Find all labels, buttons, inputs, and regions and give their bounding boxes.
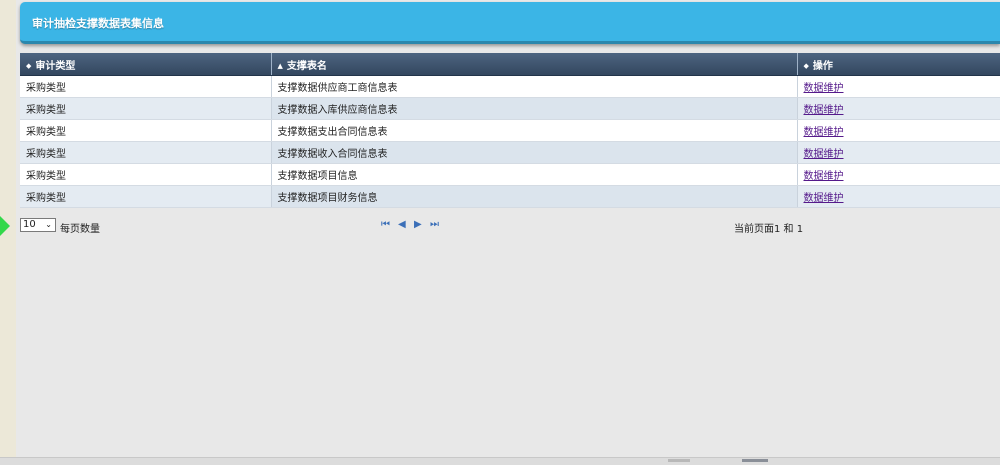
- cell-audit-type: 采购类型: [20, 185, 272, 208]
- cell-table-name: 支撑数据入库供应商信息表: [271, 97, 798, 120]
- column-header-label: 审计类型: [35, 60, 76, 72]
- table-header-row: ◆ 审计类型 ▲ 支撑表名 ◆ 操作: [20, 53, 1000, 76]
- cell-audit-type: 采购类型: [20, 97, 272, 120]
- cell-table-name: 支撑数据项目财务信息: [271, 185, 798, 208]
- chevron-down-icon: ⌄: [45, 220, 52, 229]
- table-row: 采购类型 支撑数据项目信息 数据维护: [20, 163, 1000, 186]
- scrollbar-thumb[interactable]: [668, 459, 690, 462]
- data-maintain-link[interactable]: 数据维护: [804, 83, 844, 94]
- table-row: 采购类型 支撑数据供应商工商信息表 数据维护: [20, 75, 1000, 98]
- page-size-select[interactable]: 10 ⌄: [20, 218, 56, 232]
- sort-asc-icon: ▲: [277, 61, 283, 70]
- page-size-label: 每页数量: [60, 224, 100, 235]
- frame-toggle-arrow-icon[interactable]: [0, 216, 10, 236]
- page-info: 当前页面1 和 1: [734, 224, 804, 235]
- cell-action: 数据维护: [797, 163, 1000, 186]
- sort-both-icon: ◆: [26, 61, 32, 70]
- data-maintain-link[interactable]: 数据维护: [804, 193, 844, 204]
- data-maintain-link[interactable]: 数据维护: [804, 105, 844, 116]
- data-table: ◆ 审计类型 ▲ 支撑表名 ◆ 操作 采购类型 支撑数据供应商工商信息表 数据维护 采…: [20, 53, 1000, 208]
- next-page-icon[interactable]: ▶: [414, 219, 422, 230]
- cell-audit-type: 采购类型: [20, 119, 272, 142]
- cell-table-name: 支撑数据供应商工商信息表: [271, 75, 798, 98]
- cell-audit-type: 采购类型: [20, 75, 272, 98]
- data-maintain-link[interactable]: 数据维护: [804, 127, 844, 138]
- cell-table-name: 支撑数据收入合同信息表: [271, 141, 798, 164]
- cell-audit-type: 采购类型: [20, 163, 272, 186]
- sort-both-icon: ◆: [803, 61, 809, 70]
- page-size-value: 10: [23, 219, 36, 230]
- table-row: 采购类型 支撑数据入库供应商信息表 数据维护: [20, 97, 1000, 120]
- first-page-icon[interactable]: ⏮: [381, 219, 390, 230]
- cell-action: 数据维护: [797, 141, 1000, 164]
- column-header-table-name[interactable]: ▲ 支撑表名: [271, 53, 798, 76]
- cell-audit-type: 采购类型: [20, 141, 272, 164]
- data-maintain-link[interactable]: 数据维护: [804, 171, 844, 182]
- table-row: 采购类型 支撑数据项目财务信息 数据维护: [20, 185, 1000, 208]
- last-page-icon[interactable]: ⏭: [430, 219, 439, 230]
- cell-action: 数据维护: [797, 97, 1000, 120]
- cell-table-name: 支撑数据支出合同信息表: [271, 119, 798, 142]
- cell-table-name: 支撑数据项目信息: [271, 163, 798, 186]
- data-maintain-link[interactable]: 数据维护: [804, 149, 844, 160]
- pagination-bar: 10 ⌄ 每页数量 ⏮ ◀ ▶ ⏭ 当前页面1 和 1: [20, 217, 1000, 235]
- prev-page-icon[interactable]: ◀: [398, 219, 406, 230]
- scrollbar-thumb[interactable]: [742, 459, 768, 462]
- cell-action: 数据维护: [797, 75, 1000, 98]
- column-header-action[interactable]: ◆ 操作: [797, 53, 1000, 76]
- page-title: 审计抽检支撑数据表集信息: [32, 17, 164, 30]
- table-row: 采购类型 支撑数据收入合同信息表 数据维护: [20, 141, 1000, 164]
- table-row: 采购类型 支撑数据支出合同信息表 数据维护: [20, 119, 1000, 142]
- column-header-label: 支撑表名: [286, 60, 327, 72]
- cell-action: 数据维护: [797, 119, 1000, 142]
- cell-action: 数据维护: [797, 185, 1000, 208]
- title-panel: 审计抽检支撑数据表集信息: [20, 2, 1000, 44]
- column-header-label: 操作: [812, 60, 833, 72]
- column-header-audit-type[interactable]: ◆ 审计类型: [20, 53, 272, 76]
